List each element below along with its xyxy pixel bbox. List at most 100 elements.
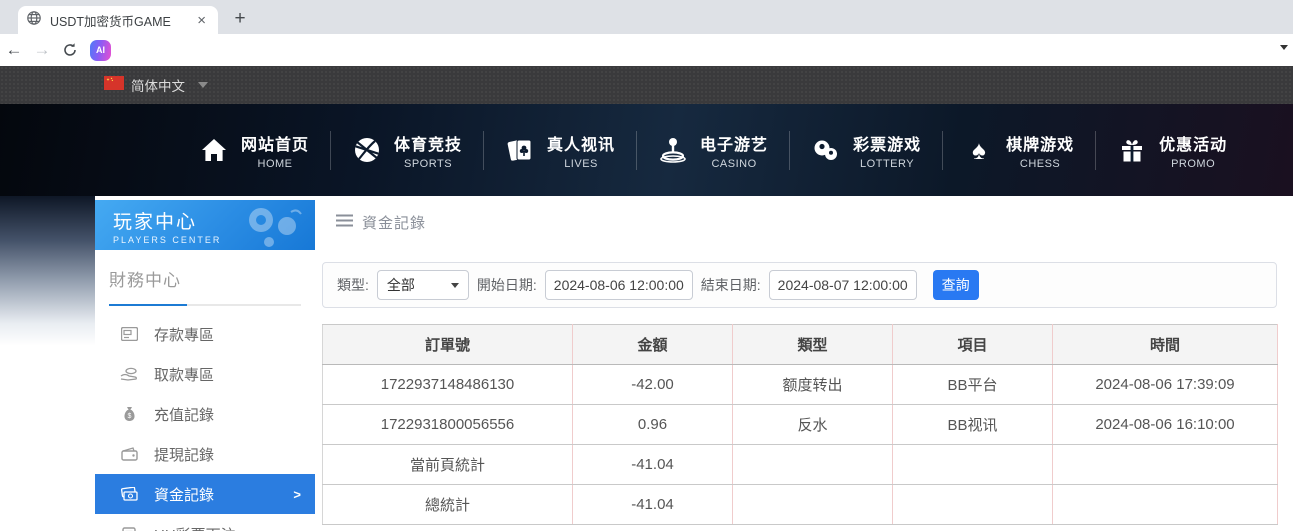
sidebar-item-label: 存款專區 (154, 324, 214, 345)
banknotes-icon (120, 487, 138, 501)
col-type: 類型 (733, 325, 893, 365)
cell-label: 當前頁統計 (323, 445, 573, 485)
cell-order-number: 1722931800056556 (323, 405, 573, 445)
sidebar-section: 財務中心 (95, 250, 315, 306)
browser-tab[interactable]: USDT加密货币GAME × (18, 6, 218, 34)
nav-label-en: LIVES (547, 158, 615, 170)
nav-item-casino[interactable]: 电子游艺 CASINO (636, 131, 789, 170)
nav-item-lives[interactable]: 真人视讯 LIVES (483, 131, 636, 170)
spade-icon: ♠ (964, 135, 994, 165)
sidebar-item-label: 提現記錄 (154, 444, 214, 465)
nav-label-en: CHESS (1006, 158, 1074, 170)
nav-label-en: CASINO (700, 158, 768, 170)
site-main-nav: 网站首页 HOME 体育竞技 SPORTS 真人视讯 L (0, 104, 1293, 196)
sidebar-item-withdrawal-record[interactable]: 提現記錄 (95, 434, 315, 474)
players-center-sidebar: 玩家中心 PLAYERS CENTER 財務中心 存款專區 取款專區 (95, 200, 315, 531)
sidebar-item-withdraw-zone[interactable]: 取款專區 (95, 354, 315, 394)
gamepad-icon (239, 204, 309, 250)
site-top-bar: 简体中文 (0, 66, 1293, 104)
nav-list: 网站首页 HOME 体育竞技 SPORTS 真人视讯 L (178, 104, 1248, 196)
cell-time: 2024-08-06 16:10:00 (1053, 405, 1278, 445)
cell-item: BB平台 (893, 365, 1053, 405)
nav-item-promo[interactable]: 优惠活动 PROMO (1095, 131, 1248, 170)
nav-label-en: PROMO (1159, 158, 1227, 170)
cell-amount: -41.04 (573, 445, 733, 485)
sidebar-menu: 存款專區 取款專區 $ 充值記錄 提現記錄 (95, 314, 315, 531)
sidebar-item-label: 充值記錄 (154, 404, 214, 425)
cell-amount: -41.04 (573, 485, 733, 525)
reload-button[interactable] (56, 42, 84, 58)
nav-label-zh: 优惠活动 (1159, 131, 1227, 155)
cell-label: 總統計 (323, 485, 573, 525)
sidebar-item-label: 資金記錄 (154, 484, 214, 505)
nav-label-zh: 彩票游戏 (853, 131, 921, 155)
deposit-card-icon (120, 327, 138, 341)
screen: USDT加密货币GAME × + ← → AI https://usdt04.c… (0, 0, 1293, 531)
funds-record-panel: 資金記錄 類型: 全部 開始日期: 結束日期: 查詢 訂單號 金額 類型 項目 (322, 196, 1277, 531)
svg-text:$: $ (127, 413, 131, 420)
nav-label-zh: 电子游艺 (700, 131, 768, 155)
cell-type: 额度转出 (733, 365, 893, 405)
address-dropdown-icon[interactable] (1280, 45, 1288, 50)
chevron-down-icon (451, 283, 459, 288)
nav-label-zh: 真人视讯 (547, 131, 615, 155)
hand-money-icon (120, 367, 138, 381)
cell-amount: 0.96 (573, 405, 733, 445)
cell-item: BB视讯 (893, 405, 1053, 445)
nav-label-zh: 体育竞技 (394, 131, 462, 155)
table-row-grand-total: 總統計 -41.04 (323, 485, 1278, 525)
sidebar-item-hh-lottery-bets[interactable]: HH彩票下注 (95, 514, 315, 531)
end-date-label: 結束日期: (701, 275, 761, 295)
nav-label-en: LOTTERY (853, 158, 921, 170)
page-title: 資金記錄 (362, 212, 426, 233)
nav-item-sports[interactable]: 体育竞技 SPORTS (330, 131, 483, 170)
wallet-icon (120, 447, 138, 461)
search-button[interactable]: 查詢 (933, 270, 979, 300)
globe-favicon-icon (26, 10, 42, 31)
sidebar-item-recharge-record[interactable]: $ 充值記錄 (95, 394, 315, 434)
browser-toolbar: ← → AI https://usdt04.com/hhcp/usercente… (0, 34, 1293, 66)
start-date-input[interactable] (545, 270, 693, 300)
cell-time: 2024-08-06 17:39:09 (1053, 365, 1278, 405)
col-item: 項目 (893, 325, 1053, 365)
sidebar-item-funds-record[interactable]: 資金記錄 > (95, 474, 315, 514)
nav-item-home[interactable]: 网站首页 HOME (178, 131, 330, 170)
col-order-number: 訂單號 (323, 325, 573, 365)
sidebar-header: 玩家中心 PLAYERS CENTER (95, 200, 315, 250)
tab-close-icon[interactable]: × (193, 12, 210, 29)
col-amount: 金額 (573, 325, 733, 365)
chevron-right-icon: > (293, 487, 301, 502)
breadcrumb: 資金記錄 (336, 212, 426, 233)
ai-extension-icon[interactable]: AI (90, 40, 111, 61)
basketball-icon (352, 135, 382, 165)
nav-label-zh: 网站首页 (241, 131, 309, 155)
col-time: 時間 (1053, 325, 1278, 365)
new-tab-button[interactable]: + (228, 8, 252, 32)
slot-joystick-icon (658, 135, 688, 165)
end-date-input[interactable] (769, 270, 917, 300)
nav-item-lottery[interactable]: 彩票游戏 LOTTERY (789, 131, 942, 170)
section-underline (109, 304, 301, 306)
header-fade-background (0, 196, 95, 346)
china-flag-icon (104, 76, 124, 95)
playing-cards-icon (505, 135, 535, 165)
language-selector[interactable]: 简体中文 (104, 75, 208, 95)
sidebar-item-label: HH彩票下注 (154, 524, 236, 531)
language-label: 简体中文 (131, 75, 185, 95)
sidebar-item-deposit-zone[interactable]: 存款專區 (95, 314, 315, 354)
home-icon (199, 135, 229, 165)
type-select[interactable]: 全部 (377, 270, 469, 300)
nav-item-chess[interactable]: ♠ 棋牌游戏 CHESS (942, 131, 1095, 170)
finance-center-title: 財務中心 (109, 266, 301, 291)
forward-button[interactable]: → (28, 40, 56, 60)
browser-tab-bar: USDT加密货币GAME × + (0, 0, 1293, 34)
sidebar-item-label: 取款專區 (154, 364, 214, 385)
funds-record-table: 訂單號 金額 類型 項目 時間 1722937148486130 -42.00 … (322, 324, 1278, 525)
nav-label-en: SPORTS (394, 158, 462, 170)
cell-type: 反水 (733, 405, 893, 445)
start-date-label: 開始日期: (477, 275, 537, 295)
tab-title: USDT加密货币GAME (50, 11, 185, 30)
back-button[interactable]: ← (0, 40, 28, 60)
type-select-value: 全部 (387, 275, 415, 295)
cell-order-number: 1722937148486130 (323, 365, 573, 405)
